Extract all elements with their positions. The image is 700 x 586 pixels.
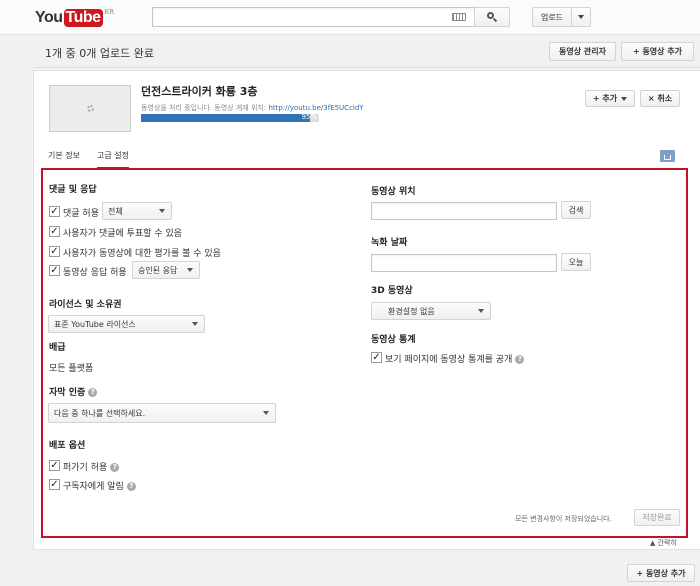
add-video-label: + 동영상 추가 (632, 47, 683, 56)
video-responses-label: 동영상 응답 허용 (63, 268, 127, 278)
license-section-title: 라이선스 및 소유권 (49, 300, 122, 310)
3d-video-select[interactable]: 환경설정 없음 (371, 302, 491, 320)
help-icon[interactable]: ? (515, 355, 525, 364)
notify-subscribers-checkbox[interactable]: ✓ (49, 479, 60, 490)
youtube-logo[interactable]: You Tube KR (35, 8, 114, 28)
chevron-down-icon (263, 411, 269, 415)
today-button[interactable]: 오늘 (561, 253, 591, 271)
logo-region: KR (104, 8, 115, 16)
chevron-down-icon (187, 268, 193, 272)
video-manager-label: 동영상 관리자 (559, 47, 606, 56)
search-input[interactable] (152, 7, 475, 27)
chevron-down-icon (192, 322, 198, 326)
comments-section-title: 댓글 및 응답 (49, 185, 97, 195)
caption-select-value: 다음 중 하나를 선택하세요. (54, 408, 146, 418)
record-date-section-title: 녹화 날짜 (371, 238, 408, 248)
distribution-value: 모든 플랫폼 (49, 364, 94, 374)
processing-line: 동영상을 처리 중입니다. 동영상 게재 위치: http://youtu.be… (141, 103, 364, 113)
upload-label: 업로드 (540, 12, 564, 22)
location-input[interactable] (371, 202, 557, 220)
record-date-input[interactable] (371, 254, 557, 272)
help-icon[interactable]: ? (110, 463, 120, 472)
loading-spinner-icon (86, 105, 94, 112)
video-title: 던전스트라이커 화룡 3층 (141, 85, 258, 98)
video-stats-checkbox[interactable]: ✓ (371, 352, 382, 363)
bottom-add-video-label: + 동영상 추가 (636, 568, 686, 578)
save-button[interactable]: 저장완료 (634, 509, 680, 526)
video-manager-button[interactable]: 동영상 관리자 (549, 42, 616, 61)
allow-embed-checkbox[interactable]: ✓ (49, 460, 60, 471)
logo-tube: Tube (63, 9, 103, 27)
video-stats-row: 보기 페이지에 동영상 통계를 공개? (385, 352, 525, 365)
tab-basic-info-label: 기본 정보 (48, 151, 80, 160)
caption-title-text: 자막 인증 (49, 388, 86, 398)
location-section-title: 동영상 위치 (371, 187, 416, 197)
advanced-settings-panel (41, 168, 688, 538)
chevron-down-icon (578, 15, 584, 19)
add-video-button[interactable]: + 동영상 추가 (621, 42, 694, 61)
allow-comments-checkbox[interactable]: ✓ (49, 206, 60, 217)
save-label: 저장완료 (642, 513, 672, 522)
view-ratings-label: 사용자가 동영상에 대한 평가를 볼 수 있음 (63, 249, 221, 259)
saved-message: 모든 변경사항이 저장되었습니다. (515, 515, 612, 523)
caption-select[interactable]: 다음 중 하나를 선택하세요. (48, 403, 276, 423)
top-header: You Tube KR 업로드 (0, 0, 700, 35)
video-stats-section-title: 동영상 통계 (371, 335, 416, 345)
progress-bar: 95% (141, 113, 319, 122)
search-button[interactable] (474, 7, 510, 27)
notify-subscribers-row: 구독자에게 알림? (63, 479, 136, 492)
today-label: 오늘 (568, 257, 584, 267)
tab-basic-info[interactable]: 기본 정보 (48, 150, 80, 161)
cancel-label: × 취소 (647, 94, 673, 103)
view-ratings-checkbox[interactable]: ✓ (49, 246, 60, 257)
video-stats-label: 보기 페이지에 동영상 통계를 공개 (385, 355, 513, 365)
tab-advanced-settings[interactable]: 고급 설정 (97, 150, 129, 169)
license-select[interactable]: 표준 YouTube 라이선스 (48, 315, 205, 333)
allow-comments-select-value: 전체 (108, 206, 123, 216)
video-responses-select[interactable]: 승인된 응답 (132, 261, 200, 279)
upload-dropdown-button[interactable] (571, 7, 591, 27)
logo-you: You (35, 9, 63, 26)
video-responses-select-value: 승인된 응답 (138, 265, 178, 275)
distribution-section-title: 배급 (49, 343, 66, 353)
chevron-down-icon (478, 309, 484, 313)
3d-video-select-value: 환경설정 없음 (388, 306, 435, 316)
add-button[interactable]: + 추가 (585, 90, 635, 107)
license-select-value: 표준 YouTube 라이선스 (54, 319, 136, 329)
caption-section-title: 자막 인증? (49, 385, 98, 398)
video-link[interactable]: http://youtu.be/3fE5UCcidY (268, 104, 363, 112)
add-label: + 추가 (592, 94, 618, 103)
location-search-label: 검색 (568, 205, 584, 215)
distribution-options-title: 배포 옵션 (49, 441, 86, 451)
upload-status-text: 1개 중 0개 업로드 완료 (45, 47, 154, 60)
vote-comments-checkbox[interactable]: ✓ (49, 226, 60, 237)
progress-fill (141, 114, 311, 122)
video-thumbnail (49, 85, 131, 132)
collapse-link[interactable]: ▲ 간략히 (650, 538, 677, 548)
3d-video-section-title: 3D 동영상 (371, 286, 413, 296)
processing-text: 동영상을 처리 중입니다. 동영상 게재 위치: (141, 104, 267, 112)
help-icon[interactable]: ? (126, 482, 136, 491)
allow-comments-label: 댓글 허용 (63, 209, 99, 219)
search-icon (487, 12, 498, 23)
allow-comments-select[interactable]: 전체 (102, 202, 172, 220)
upload-button[interactable]: 업로드 (532, 7, 572, 27)
notify-subscribers-label: 구독자에게 알림 (63, 482, 124, 492)
upload-status-bar: 1개 중 0개 업로드 완료 동영상 관리자 + 동영상 추가 (33, 36, 700, 68)
share-icon[interactable] (660, 150, 675, 162)
keyboard-icon[interactable] (452, 13, 466, 21)
progress-label: 95% (301, 113, 317, 121)
chevron-down-icon (621, 96, 628, 101)
bottom-add-video-button[interactable]: + 동영상 추가 (627, 564, 695, 582)
tab-advanced-settings-label: 고급 설정 (97, 151, 129, 160)
allow-embed-row: 퍼가기 허용? (63, 460, 120, 473)
vote-comments-label: 사용자가 댓글에 투표할 수 있음 (63, 229, 183, 239)
video-responses-checkbox[interactable]: ✓ (49, 265, 60, 276)
help-icon[interactable]: ? (88, 388, 98, 397)
cancel-button[interactable]: × 취소 (640, 90, 680, 107)
location-search-button[interactable]: 검색 (561, 201, 591, 219)
chevron-down-icon (159, 209, 165, 213)
allow-embed-label: 퍼가기 허용 (63, 463, 108, 473)
